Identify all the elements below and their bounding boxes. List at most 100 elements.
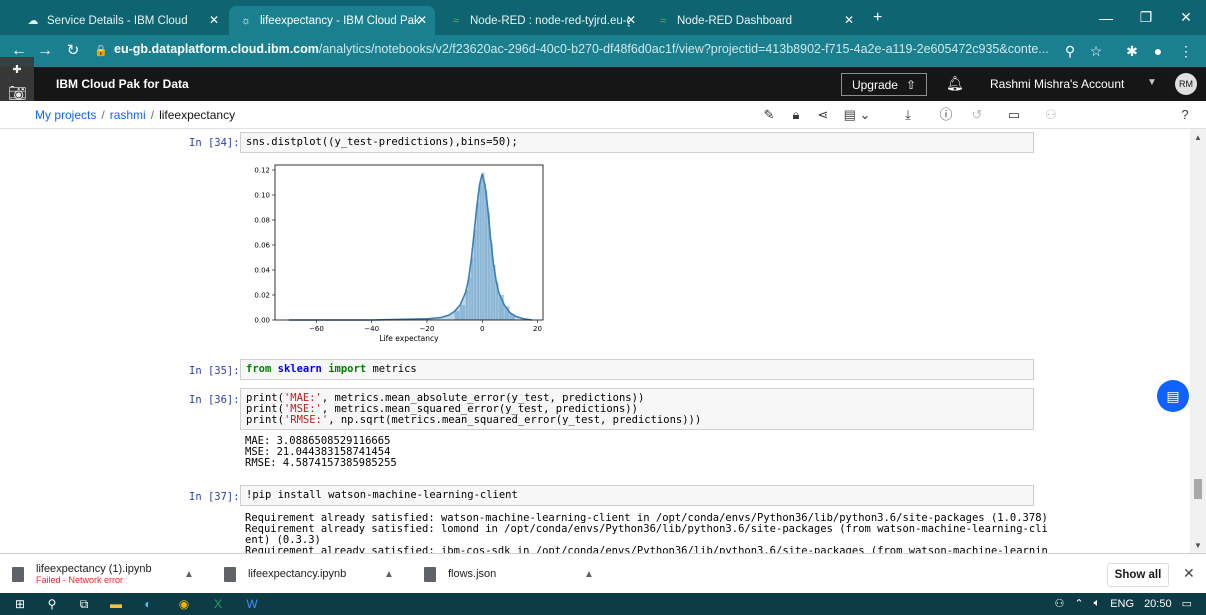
ibm-cloud-icon: ☁ — [27, 15, 39, 27]
distplot-chart: 0.00 0.02 0.04 0.06 0.08 0.10 0.12 −60 −40 −20 0 2… — [254, 164, 544, 343]
chevron-down-icon[interactable]: ▼ — [1147, 77, 1157, 88]
windows-start-icon[interactable]: ⊞ — [12, 596, 28, 612]
code-cell[interactable]: !pip install watson-machine-learning-cli… — [240, 485, 1034, 506]
url-field[interactable]: eu-gb.dataplatform.cloud.ibm.com/analyti… — [114, 42, 1054, 60]
edge-icon[interactable]: ◐ — [140, 596, 156, 612]
search-icon[interactable]: ⚲ — [44, 596, 60, 612]
extensions-icon[interactable]: ✱ — [1122, 41, 1142, 61]
task-view-icon[interactable]: ⧉ — [76, 596, 92, 612]
close-tab-icon[interactable]: ✕ — [844, 13, 854, 27]
breadcrumb-project[interactable]: rashmi — [110, 108, 146, 122]
chat-icon[interactable]: ▤ — [1157, 380, 1189, 412]
app-header: IBM Cloud Pak for Data Upgrade ⇧ 🔔︎ Rashm… — [0, 67, 1206, 101]
chevron-up-icon[interactable]: ▲ — [584, 569, 594, 580]
people-icon[interactable]: ⚇ — [1055, 597, 1065, 610]
notification-bell-icon[interactable]: 🔔︎ — [946, 75, 964, 92]
comments-icon[interactable]: ▭ — [1005, 106, 1023, 124]
x-tick-label: −60 — [309, 325, 324, 333]
node-red-icon: ≈ — [659, 14, 667, 27]
volume-icon[interactable]: 🔈︎ — [1094, 597, 1101, 610]
restore-icon[interactable]: ❐ — [1126, 0, 1166, 35]
chrome-icon[interactable]: ◉ — [176, 596, 192, 612]
ibm-cloud-pak-icon: ☼ — [240, 14, 252, 27]
help-icon[interactable]: ? — [1176, 106, 1194, 124]
breadcrumb-notebook: lifeexpectancy — [159, 108, 236, 122]
lock-icon: 🔒 — [94, 45, 108, 57]
forward-icon[interactable]: → — [34, 41, 56, 61]
close-icon[interactable]: ✕ — [1183, 565, 1195, 582]
tab-service-details[interactable]: ☁ Service Details - IBM Cloud ✕ — [16, 6, 227, 35]
code-cell[interactable]: sns.distplot((y_test-predictions),bins=5… — [240, 132, 1034, 153]
reload-icon[interactable]: ↻ — [62, 41, 84, 61]
y-tick-label: 0.06 — [254, 242, 270, 250]
close-tab-icon[interactable]: ✕ — [626, 13, 636, 27]
scroll-down-icon[interactable]: ▼ — [1194, 541, 1202, 550]
scroll-up-icon[interactable]: ▲ — [1194, 133, 1202, 142]
download-item[interactable]: lifeexpectancy.ipynb ▲ — [224, 554, 414, 594]
clock[interactable]: 20:50 — [1144, 598, 1172, 610]
history-icon[interactable]: ↺ — [968, 106, 986, 124]
y-tick-label: 0.00 — [254, 317, 270, 325]
tray-chevron-up-icon[interactable]: ⌃ — [1074, 597, 1083, 610]
scrollbar-thumb[interactable] — [1194, 479, 1202, 499]
system-tray: ⚇ ⌃ 🔈︎ ENG 20:50 ▭ — [1055, 597, 1192, 610]
share-icon[interactable]: ⋖ — [814, 106, 832, 124]
lock-icon[interactable]: 🔒︎ — [787, 106, 805, 124]
cell-prompt: In [34]: — [189, 137, 240, 149]
upgrade-icon: ⇧ — [905, 77, 917, 92]
window-controls: — ❐ ✕ — [1086, 0, 1206, 35]
code-cell[interactable]: from sklearn import metrics — [240, 359, 1034, 380]
upgrade-button[interactable]: Upgrade ⇧ — [841, 73, 927, 96]
cell-prompt: In [37]: — [189, 491, 240, 503]
menu-kebab-icon[interactable]: ⋮ — [1176, 41, 1196, 61]
y-tick-label: 0.04 — [254, 267, 270, 275]
code-cell[interactable]: print('MAE:', metrics.mean_absolute_erro… — [240, 388, 1034, 430]
address-bar-row: ← → ↻ 🔒 eu-gb.dataplatform.cloud.ibm.com… — [0, 35, 1206, 67]
add-icon[interactable]: ✚ — [8, 61, 26, 79]
profile-icon[interactable]: ● — [1148, 41, 1168, 61]
info-icon[interactable]: ⓘ — [937, 106, 955, 124]
breadcrumb-my-projects[interactable]: My projects — [35, 108, 96, 122]
tab-node-red-dashboard[interactable]: ≈ Node-RED Dashboard ✕ — [646, 6, 862, 35]
word-icon[interactable]: W — [244, 596, 260, 612]
account-switcher[interactable]: Rashmi Mishra's Account — [990, 77, 1124, 91]
file-icon — [424, 566, 436, 582]
y-tick-label: 0.02 — [254, 292, 270, 300]
schedule-icon[interactable]: ▤ ⌄ — [842, 106, 872, 124]
cell-output: Requirement already satisfied: watson-ma… — [245, 512, 1048, 554]
app-title[interactable]: IBM Cloud Pak for Data — [56, 77, 189, 91]
language-indicator[interactable]: ENG — [1110, 598, 1134, 610]
edit-pencil-icon[interactable]: ✎ — [760, 106, 778, 124]
close-tab-icon[interactable]: ✕ — [209, 13, 219, 27]
avatar[interactable]: RM — [1175, 73, 1197, 95]
download-item[interactable]: flows.json ▲ — [424, 554, 604, 594]
show-all-button[interactable]: Show all — [1107, 563, 1169, 587]
new-tab-button[interactable]: + — [873, 9, 882, 27]
tab-lifeexpectancy[interactable]: ☼ lifeexpectancy - IBM Cloud Pak fo ✕ — [229, 6, 435, 35]
y-tick-label: 0.08 — [254, 217, 270, 225]
x-tick-label: 20 — [533, 325, 542, 333]
vertical-scrollbar[interactable]: ▲ ▼ — [1190, 129, 1206, 553]
close-tab-icon[interactable]: ✕ — [417, 13, 427, 27]
file-explorer-icon[interactable]: ▬ — [108, 596, 124, 612]
file-icon — [12, 566, 24, 582]
collaborators-icon[interactable]: ⚇ — [1042, 106, 1060, 124]
tab-node-red[interactable]: ≈ Node-RED : node-red-tyjrd.eu-gb ✕ — [439, 6, 644, 35]
y-tick-label: 0.10 — [254, 192, 270, 200]
x-tick-label: −40 — [364, 325, 379, 333]
close-window-icon[interactable]: ✕ — [1166, 0, 1206, 35]
excel-icon[interactable]: X — [210, 596, 226, 612]
notifications-icon[interactable]: ▭ — [1182, 597, 1192, 610]
y-tick-label: 0.12 — [254, 167, 270, 175]
x-tick-label: −20 — [420, 325, 435, 333]
download-icon[interactable]: ⤓ — [899, 106, 917, 124]
notebook-area: In [34]: sns.distplot((y_test-prediction… — [0, 129, 1206, 553]
download-item[interactable]: lifeexpectancy (1).ipynb Failed - Networ… — [12, 554, 202, 594]
x-axis-label: Life expectancy — [379, 334, 439, 343]
bookmark-star-icon[interactable]: ☆ — [1086, 41, 1106, 61]
minimize-icon[interactable]: — — [1086, 0, 1126, 35]
chevron-up-icon[interactable]: ▲ — [184, 569, 194, 580]
zoom-icon[interactable]: ⚲ — [1060, 41, 1080, 61]
chevron-up-icon[interactable]: ▲ — [384, 569, 394, 580]
file-icon — [224, 566, 236, 582]
